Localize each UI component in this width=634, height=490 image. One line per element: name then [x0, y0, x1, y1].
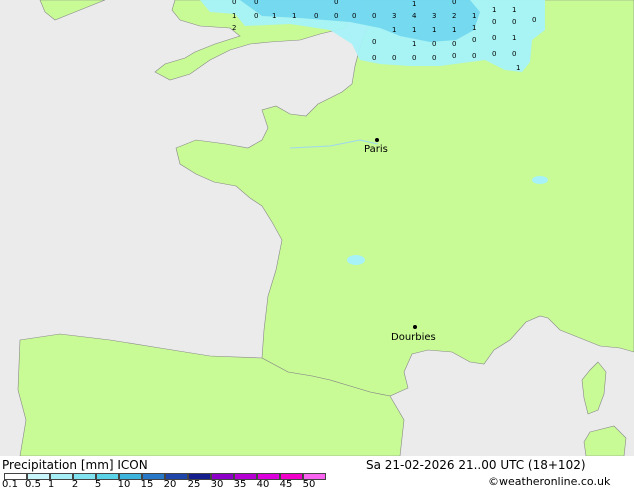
city-label-dourbies: Dourbies: [391, 332, 436, 343]
precip-value: 1: [472, 12, 476, 20]
precip-value: 1: [412, 0, 416, 8]
precip-value: 0: [432, 40, 436, 48]
precip-value: 1: [512, 34, 516, 42]
scale-tick-label: 25: [187, 479, 201, 490]
precip-value: 1: [432, 26, 436, 34]
precip-value: 1: [272, 12, 276, 20]
precip-value: 2: [232, 24, 236, 32]
precip-value: 0: [412, 54, 416, 62]
precip-value: 0: [314, 12, 318, 20]
scale-tick-label: 20: [163, 479, 177, 490]
precip-value: 0: [372, 54, 376, 62]
precip-value: 0: [492, 34, 496, 42]
precip-value: 0: [254, 0, 258, 6]
precip-value: 1: [412, 26, 416, 34]
city-marker-dourbies: [413, 325, 417, 329]
legend-credit: ©weatheronline.co.uk: [488, 475, 611, 488]
scale-tick-label: 50: [302, 479, 316, 490]
precip-value: 1: [232, 12, 236, 20]
precip-value: 0: [452, 52, 456, 60]
precip-value: 0: [492, 50, 496, 58]
city-marker-paris: [375, 138, 379, 142]
precip-value: 0: [492, 18, 496, 26]
precip-value: 1: [412, 40, 416, 48]
scale-tick-label: 35: [233, 479, 247, 490]
precip-value: 2: [452, 12, 456, 20]
scale-tick-label: 5: [94, 479, 102, 490]
precip-value: 0: [472, 36, 476, 44]
precip-value: 0: [472, 52, 476, 60]
precip-value: 3: [392, 12, 396, 20]
precip-value: 1: [292, 12, 296, 20]
map-canvas: 1 0 1 1 0 0 0 0 3 4 3 2 11 102 1 1 1 1 10 00 1 0 0 0 0 10 0 0 0 0 0 0 01…: [0, 0, 634, 457]
precip-value: 0: [372, 12, 376, 20]
precip-value: 0: [372, 38, 376, 46]
precip-value: 0: [334, 12, 338, 20]
precip-value: 0: [232, 0, 236, 6]
precip-value: 0: [254, 12, 258, 20]
scale-tick-label: 30: [210, 479, 224, 490]
scale-tick-label: 10: [117, 479, 131, 490]
lake: [347, 255, 365, 265]
precip-value: 0: [512, 18, 516, 26]
precip-value: 0: [512, 50, 516, 58]
precipitation-map: 1011000034321110211111000100001000000001…: [0, 0, 634, 457]
legend-title: Precipitation [mm] ICON: [2, 458, 148, 472]
scale-tick-label: 40: [256, 479, 270, 490]
precip-value: 1: [512, 6, 516, 14]
precip-value: 0: [432, 54, 436, 62]
precip-value: 1: [392, 26, 396, 34]
precip-value: 0: [452, 40, 456, 48]
lake-geneva: [532, 176, 548, 184]
precip-value: 0: [452, 0, 456, 6]
scale-tick-label: 2: [71, 479, 79, 490]
precip-value: 0: [392, 54, 396, 62]
precip-value: 0: [532, 16, 536, 24]
legend-bar: Precipitation [mm] ICON Sa 21-02-2026 21…: [0, 456, 634, 490]
scale-tick-label: 0.1: [2, 479, 18, 490]
precip-value: 4: [412, 12, 417, 20]
precip-value: 0: [334, 0, 338, 6]
scale-tick-label: 0.5: [25, 479, 41, 490]
legend-datetime: Sa 21-02-2026 21..00 UTC (18+102): [366, 458, 586, 472]
precip-value: 0: [352, 12, 356, 20]
precip-value: 3: [432, 12, 436, 20]
precip-value: 1: [516, 64, 520, 72]
precip-value: 1: [492, 6, 496, 14]
precip-value: 1: [472, 24, 476, 32]
precip-value: 1: [452, 26, 456, 34]
scale-tick-label: 1: [47, 479, 55, 490]
city-label-paris: Paris: [364, 144, 388, 155]
scale-tick-label: 45: [279, 479, 293, 490]
scale-tick-label: 15: [140, 479, 154, 490]
